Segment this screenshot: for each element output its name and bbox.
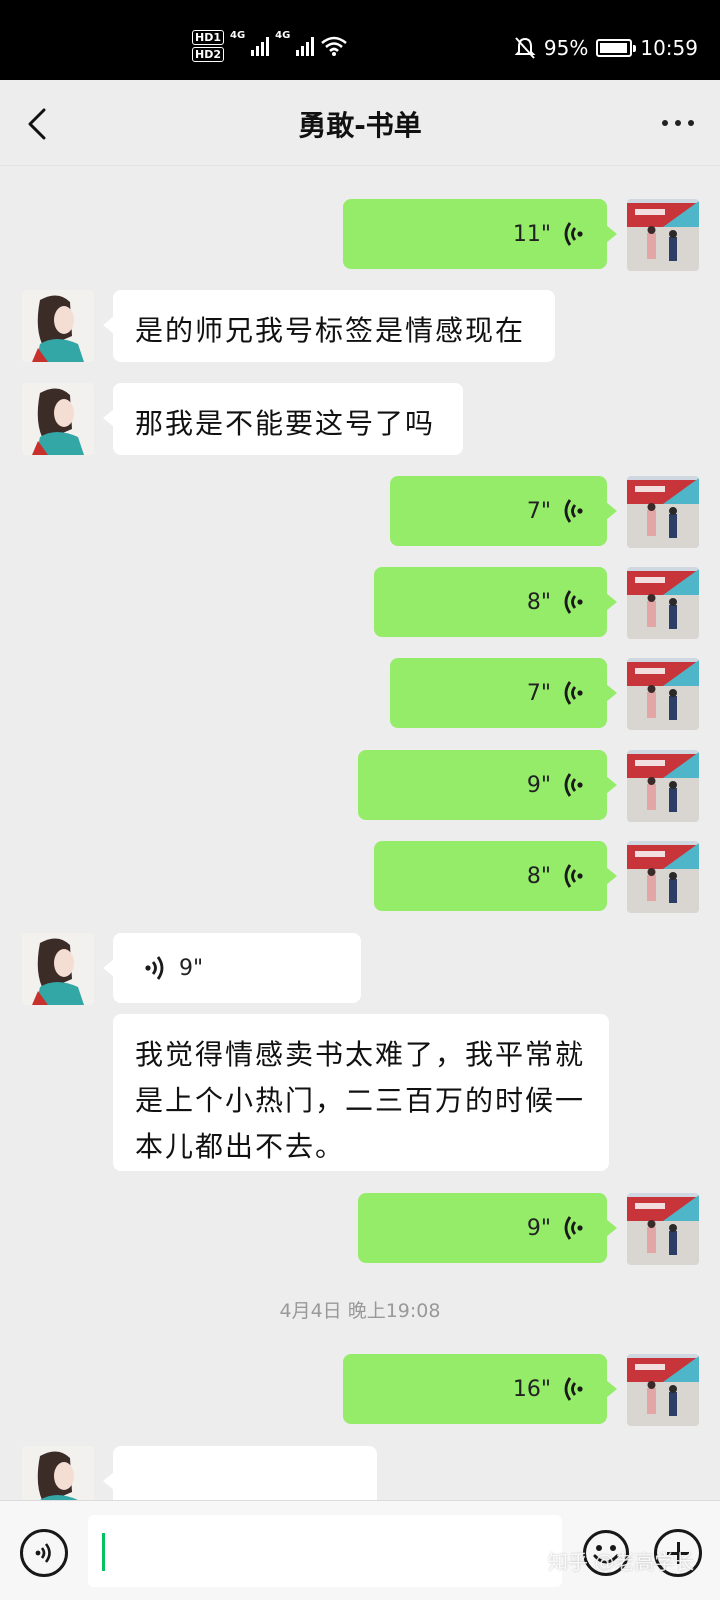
my-avatar[interactable] bbox=[627, 841, 699, 913]
voice-message-bubble[interactable]: 8" bbox=[374, 567, 617, 637]
voice-duration: 9" bbox=[179, 955, 204, 981]
voice-message-bubble[interactable]: 11" bbox=[343, 199, 617, 269]
signal-bars-2-icon bbox=[296, 36, 315, 56]
network-type-2: 4G bbox=[275, 30, 291, 41]
voice-wave-icon bbox=[564, 681, 583, 705]
my-avatar[interactable] bbox=[627, 567, 699, 639]
voice-message-bubble[interactable]: 8" bbox=[374, 841, 617, 911]
voice-wave-icon bbox=[564, 1216, 583, 1240]
voice-message-bubble[interactable]: 7" bbox=[390, 476, 617, 546]
status-bar: HD1 HD2 4G 4G 95% 10:59 bbox=[0, 0, 720, 80]
partial-message-bubble[interactable] bbox=[103, 1446, 377, 1500]
voice-wave-icon bbox=[564, 1377, 583, 1401]
voice-wave-icon bbox=[564, 864, 583, 888]
voice-duration: 9" bbox=[526, 1215, 551, 1241]
voice-wave-icon bbox=[564, 499, 583, 523]
my-avatar[interactable] bbox=[627, 750, 699, 822]
voice-duration: 8" bbox=[526, 589, 551, 615]
voice-message-bubble[interactable]: 9" bbox=[103, 933, 361, 1003]
text-message-bubble[interactable]: 我觉得情感卖书太难了，我平常就是上个小热门，二三百万的时候一本儿都出不去。 bbox=[113, 1014, 609, 1171]
chat-timestamp: 4月4日 晚上19:08 bbox=[279, 1300, 441, 1322]
message-text: 那我是不能要这号了吗 bbox=[135, 407, 436, 440]
voice-duration: 7" bbox=[526, 498, 551, 524]
status-right: 95% 10:59 bbox=[514, 36, 698, 60]
watermark: 知乎 @老高学长 bbox=[548, 1550, 695, 1574]
network-type-1: 4G bbox=[230, 30, 246, 41]
text-message-bubble[interactable]: 是的师兄我号标签是情感现在 bbox=[103, 290, 555, 362]
voice-wave-icon bbox=[145, 956, 164, 980]
contact-avatar[interactable] bbox=[22, 933, 94, 1005]
contact-avatar[interactable] bbox=[22, 1446, 94, 1500]
voice-duration: 7" bbox=[526, 680, 551, 706]
message-list[interactable]: 4月4日 晚上19:08 11" 是的师兄我号标签是情感现在 那我是不能要这号了吗 7… bbox=[0, 167, 720, 1500]
battery-icon bbox=[596, 39, 637, 57]
message-input[interactable] bbox=[88, 1515, 562, 1587]
mute-icon bbox=[514, 37, 536, 59]
voice-duration: 8" bbox=[526, 863, 551, 889]
my-avatar[interactable] bbox=[627, 199, 699, 271]
voice-wave-icon bbox=[564, 773, 583, 797]
text-message-bubble[interactable]: 那我是不能要这号了吗 bbox=[103, 383, 463, 455]
voice-message-bubble[interactable]: 9" bbox=[358, 1193, 617, 1263]
signal-group: HD1 HD2 4G 4G bbox=[192, 30, 348, 62]
voice-message-bubble[interactable]: 9" bbox=[358, 750, 617, 820]
clock: 10:59 bbox=[640, 36, 698, 60]
message-text: 我觉得情感卖书太难了，我平常就是上个小热门，二三百万的时候一本儿都出不去。 bbox=[135, 1038, 586, 1163]
hd-badge-1: HD1 bbox=[192, 30, 224, 45]
signal-bars-1-icon bbox=[251, 36, 270, 56]
message-text: 是的师兄我号标签是情感现在 bbox=[135, 314, 526, 347]
voice-wave-icon bbox=[564, 222, 583, 246]
battery-percent: 95% bbox=[543, 36, 589, 60]
my-avatar[interactable] bbox=[627, 658, 699, 730]
contact-avatar[interactable] bbox=[22, 290, 94, 362]
contact-avatar[interactable] bbox=[22, 383, 94, 455]
wifi-icon bbox=[321, 36, 348, 56]
hd-badge-2: HD2 bbox=[192, 47, 224, 62]
my-avatar[interactable] bbox=[627, 1193, 699, 1265]
more-dots-icon[interactable] bbox=[662, 120, 694, 126]
voice-duration: 11" bbox=[512, 221, 551, 247]
my-avatar[interactable] bbox=[627, 1354, 699, 1426]
my-avatar[interactable] bbox=[627, 476, 699, 548]
voice-wave-icon bbox=[564, 590, 583, 614]
voice-duration: 9" bbox=[526, 772, 551, 798]
chat-title: 勇敢-书单 bbox=[298, 109, 422, 142]
voice-duration: 16" bbox=[512, 1376, 551, 1402]
voice-message-bubble[interactable]: 7" bbox=[390, 658, 617, 728]
text-caret bbox=[102, 1533, 105, 1571]
voice-message-bubble[interactable]: 16" bbox=[343, 1354, 617, 1424]
voice-mode-icon[interactable] bbox=[20, 1529, 68, 1577]
chat-header: 勇敢-书单 bbox=[0, 80, 720, 166]
